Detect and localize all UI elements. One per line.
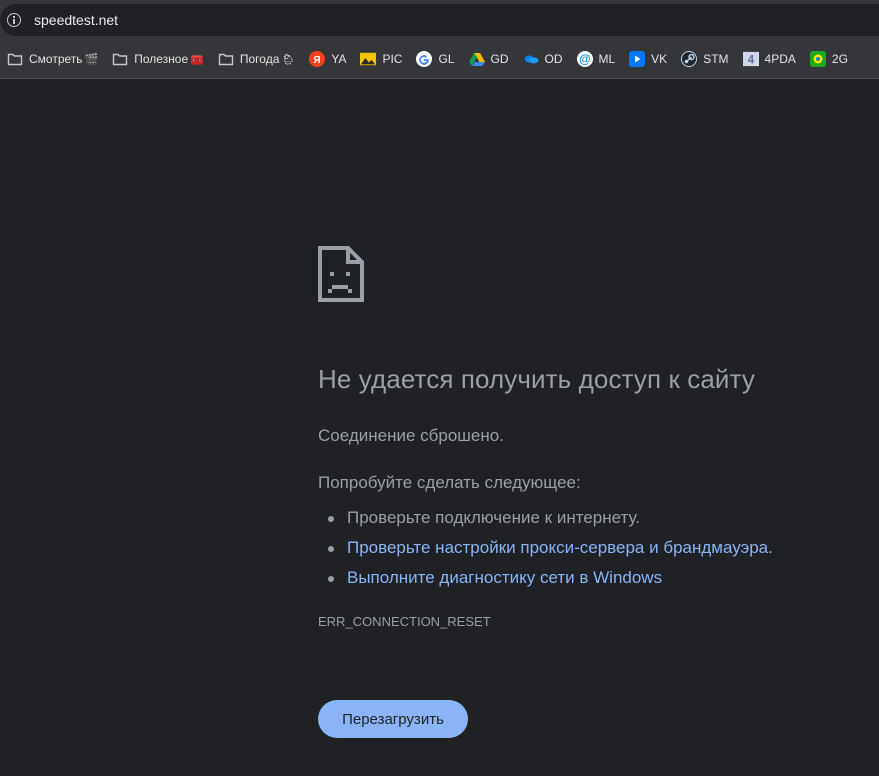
google-icon [416, 51, 433, 67]
bookmark-label: GL [438, 52, 455, 66]
2gis-icon [809, 51, 826, 67]
bookmark-label: OD [544, 52, 563, 66]
toolbox-icon: 🧰 [190, 53, 204, 66]
bookmark-label: STM [703, 52, 729, 66]
suggestion-run-diagnostics-link[interactable]: Выполните диагностику сети в Windows [328, 563, 773, 593]
bookmarks-bar: Смотреть 🎬 Полезное 🧰 Погода 🌦 Я YA PIC … [0, 40, 879, 79]
error-content: Не удается получить доступ к сайту Соеди… [318, 246, 858, 738]
mail-icon: @ [576, 51, 593, 67]
bookmark-label: Полезное [134, 52, 189, 66]
vk-icon [629, 51, 646, 67]
svg-text:@: @ [579, 52, 591, 66]
suggestions-list: Проверьте подключение к интернету. Прове… [318, 503, 773, 593]
bookmark-gd[interactable]: GD [462, 45, 516, 73]
weather-icon: 🌦 [281, 53, 296, 66]
folder-icon [218, 51, 234, 67]
bookmark-2gis[interactable]: 2G [803, 45, 855, 73]
bookmark-pic[interactable]: PIC [353, 45, 409, 73]
bookmark-label: Погода [239, 52, 280, 66]
google-drive-icon [468, 51, 485, 67]
bookmark-stm[interactable]: STM [674, 45, 735, 73]
suggestion-check-proxy-link[interactable]: Проверьте настройки прокси-сервера и бра… [328, 533, 773, 563]
error-code: ERR_CONNECTION_RESET [318, 614, 491, 629]
clapper-icon: 🎬 [84, 53, 99, 66]
site-info-icon[interactable] [7, 13, 21, 27]
bookmark-ya[interactable]: Я YA [302, 45, 353, 73]
error-title: Не удается получить доступ к сайту [318, 364, 755, 394]
bookmark-od[interactable]: OD [516, 45, 570, 73]
bookmark-4pda[interactable]: 4 4PDA [736, 45, 803, 73]
bookmark-label: 4PDA [764, 52, 796, 66]
sad-page-icon [318, 246, 364, 302]
svg-text:4: 4 [747, 54, 754, 66]
picture-icon [360, 51, 377, 67]
onedrive-icon [523, 51, 539, 67]
bookmark-label: GD [490, 52, 509, 66]
bookmark-gl[interactable]: GL [409, 45, 461, 73]
4pda-icon: 4 [742, 51, 759, 67]
bookmark-label: 2G [831, 52, 848, 66]
url-text[interactable]: speedtest.net [34, 12, 118, 28]
bookmark-label: YA [331, 52, 347, 66]
bookmark-folder-useful[interactable]: Полезное 🧰 [105, 45, 211, 73]
svg-text:Я: Я [314, 55, 321, 66]
address-field[interactable]: speedtest.net [0, 4, 879, 36]
bookmark-label: PIC [382, 52, 403, 66]
folder-icon [7, 51, 23, 67]
folder-icon [112, 51, 128, 67]
suggestions-heading: Попробуйте сделать следующее: [318, 473, 581, 492]
bookmark-label: VK [651, 52, 668, 66]
bookmark-folder-watch[interactable]: Смотреть 🎬 [0, 45, 105, 73]
steam-icon [681, 51, 698, 67]
bookmark-label: Смотреть [29, 52, 83, 66]
error-subtitle: Соединение сброшено. [318, 426, 504, 445]
bookmark-vk[interactable]: VK [622, 45, 674, 73]
bookmark-label: ML [598, 52, 616, 66]
omnibox-bar: speedtest.net [0, 0, 879, 40]
reload-button[interactable]: Перезагрузить [318, 700, 468, 738]
yandex-icon: Я [309, 51, 326, 67]
suggestion-check-connection: Проверьте подключение к интернету. [328, 503, 773, 533]
bookmark-folder-weather[interactable]: Погода 🌦 [211, 45, 302, 73]
bookmark-ml[interactable]: @ ML [570, 45, 623, 73]
